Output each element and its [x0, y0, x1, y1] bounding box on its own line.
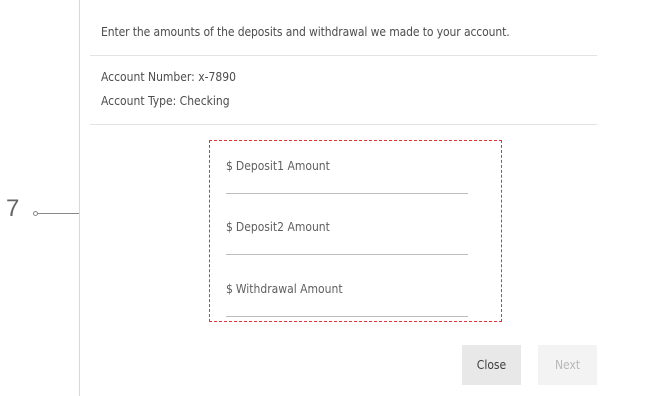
currency-symbol: $ [226, 282, 233, 296]
deposit1-amount-input[interactable]: $ Deposit1 Amount [226, 159, 468, 194]
currency-symbol: $ [226, 159, 233, 173]
close-button[interactable]: Close [462, 345, 521, 385]
withdrawal-placeholder: Withdrawal Amount [235, 282, 343, 296]
deposit1-placeholder: Deposit1 Amount [235, 159, 330, 173]
instructions-text: Enter the amounts of the deposits and wi… [101, 25, 510, 39]
verify-deposits-dialog: Enter the amounts of the deposits and wi… [79, 0, 663, 396]
account-type: Account Type: Checking [101, 94, 230, 108]
currency-symbol: $ [226, 220, 233, 234]
next-button[interactable]: Next [538, 345, 597, 385]
withdrawal-amount-input[interactable]: $ Withdrawal Amount [226, 282, 468, 317]
amount-fields-highlight: $ Deposit1 Amount $ Deposit2 Amount $ Wi… [209, 140, 502, 322]
divider [90, 124, 597, 125]
divider [90, 55, 597, 56]
deposit2-amount-input[interactable]: $ Deposit2 Amount [226, 220, 468, 255]
account-number: Account Number: x-7890 [101, 70, 236, 84]
callout-number: 7 [6, 195, 20, 222]
deposit2-placeholder: Deposit2 Amount [235, 220, 330, 234]
